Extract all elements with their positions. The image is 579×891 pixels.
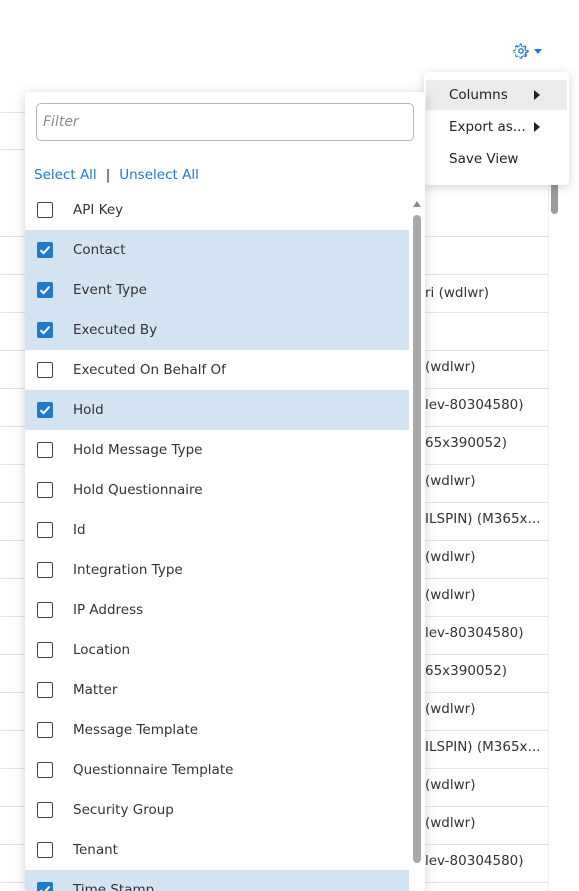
column-option-label: Integration Type [73, 562, 183, 578]
table-scrollbar-thumb[interactable] [551, 180, 558, 214]
column-option-label: Time Stamp [73, 882, 155, 891]
column-option[interactable]: Tenant [25, 830, 409, 870]
column-option[interactable]: Questionnaire Template [25, 750, 409, 790]
table-cell: ILSPIN) (M365x... [425, 511, 541, 527]
checkbox-checked[interactable] [37, 882, 53, 891]
table-cell: (wdlwr) [425, 359, 476, 375]
column-option-label: IP Address [73, 602, 144, 618]
checkbox-unchecked[interactable] [37, 762, 53, 778]
scroll-up-arrow-icon[interactable] [413, 201, 421, 207]
submenu-arrow-icon [534, 122, 540, 132]
checkbox-unchecked[interactable] [37, 802, 53, 818]
column-option[interactable]: Security Group [25, 790, 409, 830]
selection-links: Select All | Unselect All [34, 167, 199, 183]
select-all-link[interactable]: Select All [34, 167, 97, 183]
checkmark-icon [39, 245, 51, 255]
menu-item-columns[interactable]: Columns [426, 80, 567, 110]
column-option[interactable]: Hold [25, 390, 409, 430]
table-cell: (wdlwr) [425, 777, 476, 793]
gear-icon [512, 42, 530, 60]
checkbox-unchecked[interactable] [37, 682, 53, 698]
checkbox-checked[interactable] [37, 282, 53, 298]
unselect-all-link[interactable]: Unselect All [119, 167, 199, 183]
column-option-label: Tenant [73, 842, 118, 858]
column-option[interactable]: Hold Message Type [25, 430, 409, 470]
checkbox-unchecked[interactable] [37, 602, 53, 618]
view-options-menu: Columns Export as... Save View [424, 72, 569, 185]
checkbox-checked[interactable] [37, 402, 53, 418]
checkbox-unchecked[interactable] [37, 842, 53, 858]
column-option-label: Hold Message Type [73, 442, 203, 458]
column-option[interactable]: API Key [25, 197, 409, 230]
checkbox-checked[interactable] [37, 242, 53, 258]
column-option-label: Matter [73, 682, 118, 698]
checkmark-icon [39, 285, 51, 295]
caret-down-icon [534, 48, 542, 54]
column-list-scrollbar-thumb[interactable] [413, 215, 421, 863]
menu-item-label: Export as... [449, 119, 526, 135]
column-option-label: Contact [73, 242, 126, 258]
table-cell: ri (wdlwr) [425, 285, 490, 301]
column-option-label: Location [73, 642, 131, 658]
table-cell: (wdlwr) [425, 549, 476, 565]
column-option-label: Message Template [73, 722, 199, 738]
checkbox-unchecked[interactable] [37, 722, 53, 738]
checkmark-icon [39, 405, 51, 415]
menu-item-label: Columns [449, 87, 508, 103]
column-option[interactable]: Matter [25, 670, 409, 710]
column-option[interactable]: Message Template [25, 710, 409, 750]
checkbox-unchecked[interactable] [37, 522, 53, 538]
table-cell: 65x390052) [425, 435, 507, 451]
checkbox-unchecked[interactable] [37, 562, 53, 578]
checkbox-unchecked[interactable] [37, 482, 53, 498]
checkbox-unchecked[interactable] [37, 202, 53, 218]
column-option-label: API Key [73, 202, 124, 218]
table-cell: (wdlwr) [425, 473, 476, 489]
table-cell: 65x390052) [425, 663, 507, 679]
column-option-label: Hold Questionnaire [73, 482, 203, 498]
column-option[interactable]: Contact [25, 230, 409, 270]
table-cell: ILSPIN) (M365x... [425, 739, 541, 755]
column-option[interactable]: Event Type [25, 270, 409, 310]
column-option[interactable]: Executed On Behalf Of [25, 350, 409, 390]
settings-dropdown-button[interactable] [512, 40, 550, 62]
column-option-label: Executed On Behalf Of [73, 362, 226, 378]
column-option-label: Questionnaire Template [73, 762, 234, 778]
column-option[interactable]: IP Address [25, 590, 409, 630]
menu-item-label: Save View [449, 151, 519, 167]
table-cell: lev-80304580) [425, 397, 524, 413]
column-list-scrollbar[interactable] [409, 197, 425, 891]
checkmark-icon [39, 325, 51, 335]
table-cell: lev-80304580) [425, 853, 524, 869]
checkbox-unchecked[interactable] [37, 642, 53, 658]
table-cell: (wdlwr) [425, 815, 476, 831]
column-option-label: Executed By [73, 322, 158, 338]
checkbox-unchecked[interactable] [37, 362, 53, 378]
menu-item-export-as[interactable]: Export as... [426, 112, 567, 142]
table-cell: (wdlwr) [425, 701, 476, 717]
column-list: API Key Contact Event Type Executed By Execu… [25, 197, 409, 891]
submenu-arrow-icon [534, 90, 540, 100]
column-option-label: Security Group [73, 802, 174, 818]
column-option[interactable]: Integration Type [25, 550, 409, 590]
column-option-label: Event Type [73, 282, 147, 298]
checkmark-icon [39, 885, 51, 891]
column-option-label: Id [73, 522, 86, 538]
column-filter-input[interactable] [36, 103, 414, 141]
column-chooser-panel: Select All | Unselect All API Key Contact… [25, 92, 425, 891]
menu-item-save-view[interactable]: Save View [426, 144, 567, 174]
checkbox-checked[interactable] [37, 322, 53, 338]
table-cell: lev-80304580) [425, 625, 524, 641]
column-option-label: Hold [73, 402, 104, 418]
column-option[interactable]: Location [25, 630, 409, 670]
column-option[interactable]: Id [25, 510, 409, 550]
column-option[interactable]: Time Stamp [25, 870, 409, 891]
checkbox-unchecked[interactable] [37, 442, 53, 458]
column-option[interactable]: Hold Questionnaire [25, 470, 409, 510]
column-option[interactable]: Executed By [25, 310, 409, 350]
link-separator: | [105, 167, 111, 183]
table-cell: (wdlwr) [425, 587, 476, 603]
